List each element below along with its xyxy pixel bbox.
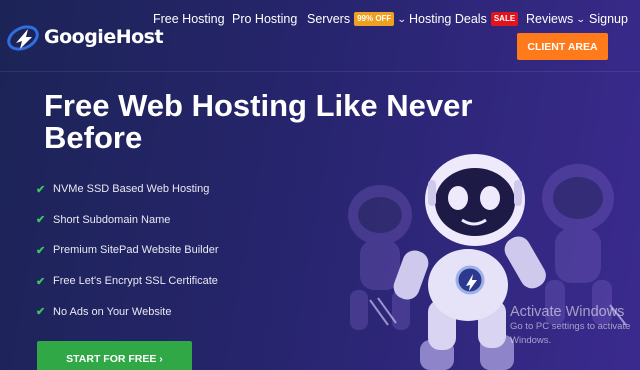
check-icon: ✔ — [36, 306, 46, 319]
activate-windows-watermark: Activate Windows Go to PC settings to ac… — [510, 304, 640, 348]
nav-reviews-label: Reviews — [526, 12, 574, 26]
nav-reviews[interactable]: Reviews ⌄ — [526, 12, 586, 26]
watermark-title: Activate Windows — [510, 304, 625, 320]
nav-signup-label: Signup — [589, 12, 628, 26]
check-icon: ✔ — [36, 214, 46, 227]
brand-logo[interactable]: GoogieHost — [6, 22, 164, 52]
nav-pro-hosting-label: Pro Hosting — [232, 12, 298, 26]
nav-free-hosting-label: Free Hosting — [153, 12, 225, 26]
gh-swoosh-logo-icon — [7, 25, 39, 51]
feature-item: ✔ NVMe SSD Based Web Hosting — [36, 174, 218, 205]
feature-list: ✔ NVMe SSD Based Web Hosting ✔ Short Sub… — [36, 174, 218, 327]
nav-hosting-deals-label: Hosting Deals — [409, 12, 487, 26]
nav-servers[interactable]: Servers 99% OFF ⌄ — [307, 12, 407, 26]
sale-badge: SALE — [490, 12, 519, 26]
feature-item: ✔ No Ads on Your Website — [36, 296, 218, 327]
check-icon: ✔ — [36, 183, 46, 196]
feature-item: ✔ Free Let's Encrypt SSL Certificate — [36, 266, 218, 297]
nav-servers-label: Servers — [307, 12, 351, 26]
nav-hosting-deals[interactable]: Hosting Deals SALE — [409, 12, 519, 26]
start-for-free-button[interactable]: START FOR FREE › — [37, 341, 192, 370]
top-navigation: GoogieHost Free Hosting Pro Hosting Serv… — [0, 0, 640, 72]
feature-text: NVMe SSD Based Web Hosting — [53, 183, 210, 196]
chevron-down-icon: ⌄ — [576, 13, 586, 24]
feature-text: Short Subdomain Name — [53, 213, 171, 226]
watermark-subtitle: Go to PC settings to activate Windows. — [510, 321, 631, 346]
check-icon: ✔ — [36, 275, 46, 288]
feature-text: Premium SitePad Website Builder — [53, 244, 219, 257]
brand-name: GoogieHost — [44, 26, 164, 48]
feature-text: Free Let's Encrypt SSL Certificate — [53, 275, 218, 288]
check-icon: ✔ — [36, 244, 46, 257]
feature-item: ✔ Premium SitePad Website Builder — [36, 235, 218, 266]
nav-free-hosting[interactable]: Free Hosting — [153, 12, 225, 26]
discount-badge: 99% OFF — [354, 12, 395, 26]
nav-pro-hosting[interactable]: Pro Hosting — [232, 12, 297, 26]
nav-signup[interactable]: Signup — [589, 12, 628, 26]
feature-item: ✔ Short Subdomain Name — [36, 205, 218, 236]
feature-text: No Ads on Your Website — [53, 305, 172, 318]
client-area-button[interactable]: CLIENT AREA — [517, 33, 608, 60]
chevron-down-icon: ⌄ — [397, 13, 407, 24]
